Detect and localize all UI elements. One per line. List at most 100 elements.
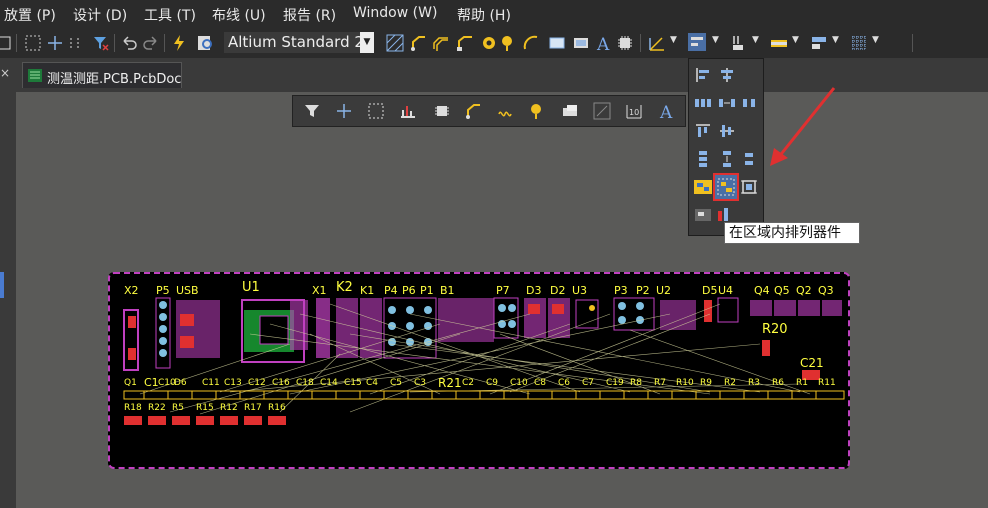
- designator: C19: [606, 378, 624, 388]
- menu-route[interactable]: 布线 (U): [212, 5, 266, 25]
- align-vcenter-icon[interactable]: [717, 121, 737, 141]
- designator: P7: [496, 284, 510, 297]
- designator: Q5: [774, 284, 790, 297]
- distribute-h-icon[interactable]: [693, 93, 713, 113]
- designator: P4: [384, 284, 398, 297]
- pcb-board[interactable]: X2 P5 USB U1 X1 K2 K1 P4 P6 P1 B1 P7 D3 …: [108, 272, 850, 469]
- chevron-down-icon[interactable]: ▼: [792, 35, 799, 45]
- align-tool-icon[interactable]: [688, 33, 706, 51]
- select-rect-icon[interactable]: [24, 34, 42, 52]
- cross-select-icon[interactable]: [335, 102, 353, 120]
- designator: Q2: [796, 284, 812, 297]
- diff-pair-icon[interactable]: [432, 34, 450, 52]
- arc-icon[interactable]: [522, 34, 540, 52]
- designator: P6: [402, 284, 416, 297]
- pad-icon[interactable]: [529, 102, 547, 120]
- lightning-icon[interactable]: [170, 34, 188, 52]
- red-annotation-arrow: [770, 87, 836, 166]
- menu-tools[interactable]: 工具 (T): [144, 5, 196, 25]
- menu-place[interactable]: 放置 (P): [4, 5, 56, 25]
- route-icon[interactable]: [465, 102, 483, 120]
- designator: C3: [414, 378, 427, 388]
- dimension-icon[interactable]: [648, 34, 666, 52]
- align-hcenter-icon[interactable]: [717, 65, 737, 85]
- toolbar-separator: [16, 34, 17, 52]
- toolbar-separator: [164, 34, 165, 52]
- arrange-in-area-button[interactable]: [713, 173, 739, 201]
- filter-icon[interactable]: [303, 102, 321, 120]
- cross-select-icon[interactable]: [46, 34, 64, 52]
- component-icon[interactable]: [433, 102, 451, 120]
- chevron-down-icon[interactable]: ▼: [832, 35, 839, 45]
- designator: P3: [614, 284, 628, 297]
- align-left-icon[interactable]: [693, 65, 713, 85]
- grid-icon[interactable]: [850, 34, 868, 52]
- designator: R17: [244, 403, 262, 413]
- chevron-down-icon[interactable]: ▼: [752, 35, 759, 45]
- select-rect-icon[interactable]: [367, 102, 385, 120]
- increase-h-spacing-icon[interactable]: [717, 93, 737, 113]
- designator: Q1: [124, 378, 137, 388]
- tab-pcb-document[interactable]: 测温测距.PCB.PcbDoc: [22, 62, 182, 88]
- designator: R7: [654, 378, 666, 388]
- designator: C11: [202, 378, 220, 388]
- undo-icon[interactable]: [120, 34, 138, 52]
- menu-reports[interactable]: 报告 (R): [283, 5, 336, 25]
- component-icon[interactable]: [616, 34, 634, 52]
- designator: R21: [438, 376, 462, 390]
- menu-window[interactable]: Window (W): [353, 5, 437, 21]
- dimension-icon[interactable]: 10: [625, 102, 643, 120]
- arrange-in-area-icon: [717, 178, 735, 196]
- hatch-fill-icon[interactable]: [386, 34, 404, 52]
- room-icon[interactable]: [770, 34, 788, 52]
- route-icon[interactable]: [410, 34, 428, 52]
- move-selection-icon[interactable]: [66, 34, 84, 52]
- pad-icon[interactable]: [500, 34, 518, 52]
- designator: C21: [800, 356, 824, 370]
- designator: K2: [336, 280, 353, 295]
- designator: R18: [124, 403, 142, 413]
- svg-text:A: A: [596, 35, 610, 52]
- chevron-down-icon[interactable]: ▼: [670, 35, 677, 45]
- polygon-pour-icon[interactable]: [572, 34, 590, 52]
- filter-clear-icon[interactable]: [92, 34, 110, 52]
- find-components-icon[interactable]: [730, 34, 748, 52]
- menu-design[interactable]: 设计 (D): [73, 5, 127, 25]
- via-icon[interactable]: [480, 34, 498, 52]
- header-p3-p2: [613, 297, 655, 331]
- fill-icon[interactable]: [548, 34, 566, 52]
- tab-document-label: 测温测距.PCB.PcbDoc: [47, 72, 182, 87]
- move-to-grid-icon[interactable]: [693, 205, 713, 225]
- designator: C15: [344, 378, 362, 388]
- multi-route-icon[interactable]: [456, 34, 474, 52]
- arrange-outside-board-icon[interactable]: [739, 177, 759, 197]
- zoom-component-icon[interactable]: [196, 34, 214, 52]
- toolbar-separator: [114, 34, 115, 52]
- decrease-h-spacing-icon[interactable]: [739, 93, 759, 113]
- chevron-down-icon[interactable]: ▼: [712, 35, 719, 45]
- smd-row-2: [124, 416, 286, 425]
- increase-v-spacing-icon[interactable]: [717, 149, 737, 169]
- decrease-v-spacing-icon[interactable]: [739, 149, 759, 169]
- standard-select[interactable]: Altium Standard 2 ▼: [224, 32, 374, 53]
- chevron-down-icon[interactable]: ▼: [872, 35, 879, 45]
- designator: C4: [366, 378, 379, 388]
- layer-stack-icon[interactable]: [810, 34, 828, 52]
- string-icon[interactable]: A: [657, 102, 675, 120]
- arrange-in-room-icon[interactable]: [693, 177, 713, 197]
- report-chart-icon[interactable]: [399, 102, 417, 120]
- distribute-v-icon[interactable]: [693, 149, 713, 169]
- string-icon[interactable]: A: [594, 34, 612, 52]
- chevron-down-icon[interactable]: ▼: [360, 32, 374, 53]
- menu-help[interactable]: 帮助 (H): [457, 5, 511, 25]
- left-panel-strip: [0, 92, 16, 508]
- redo-icon[interactable]: [142, 34, 160, 52]
- panel-collapse-tab[interactable]: [0, 272, 4, 298]
- line-icon[interactable]: [593, 102, 611, 120]
- designator: X1: [312, 284, 327, 297]
- fill-icon[interactable]: [561, 102, 579, 120]
- close-icon[interactable]: ×: [0, 66, 10, 80]
- diff-pair-icon[interactable]: [497, 102, 515, 120]
- designator: R15: [196, 403, 214, 413]
- align-top-icon[interactable]: [693, 121, 713, 141]
